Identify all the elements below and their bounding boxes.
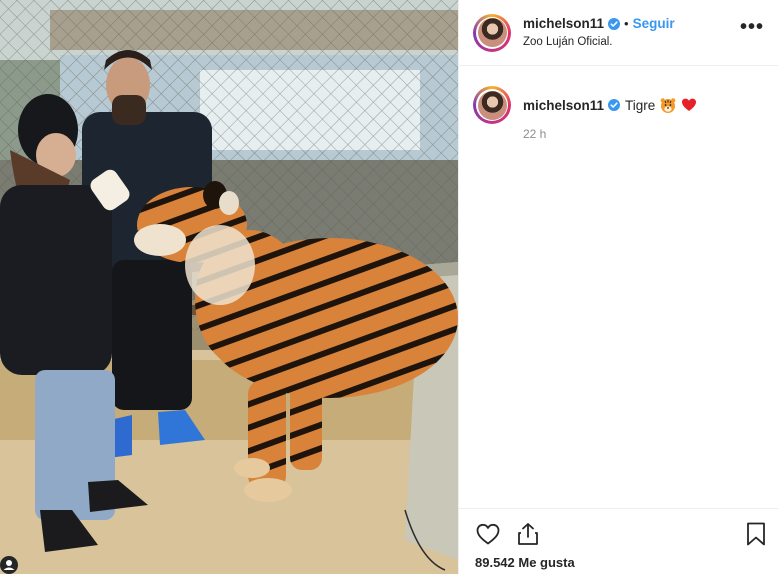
- header-row: michelson11 • Seguir: [523, 16, 675, 32]
- tiger-feeding-photo: [0, 0, 458, 574]
- caption-verified-badge-icon: [608, 99, 621, 111]
- tiger-face-emoji: [660, 98, 676, 113]
- post-time[interactable]: 22 h: [523, 127, 697, 141]
- post-header: michelson11 • Seguir Zoo Luján Oficial. …: [459, 0, 778, 66]
- heart-outline-icon[interactable]: [475, 521, 501, 547]
- more-options-button[interactable]: •••: [740, 17, 764, 37]
- post-side-panel: michelson11 • Seguir Zoo Luján Oficial. …: [458, 0, 778, 574]
- caption-username[interactable]: michelson11: [523, 98, 604, 113]
- post-photo[interactable]: [0, 0, 458, 574]
- follow-button[interactable]: Seguir: [633, 16, 675, 32]
- caption-avatar-ring: [476, 89, 508, 121]
- author-username[interactable]: michelson11: [523, 16, 604, 32]
- instagram-post: michelson11 • Seguir Zoo Luján Oficial. …: [0, 0, 778, 574]
- caption-avatar[interactable]: [473, 86, 511, 124]
- red-heart-emoji: [682, 98, 697, 111]
- caption-text: Tigre: [625, 97, 656, 113]
- user-tag-icon[interactable]: [0, 556, 18, 574]
- share-upload-icon[interactable]: [515, 521, 541, 547]
- avatar-image: [477, 18, 507, 47]
- header-text: michelson11 • Seguir Zoo Luján Oficial.: [523, 16, 675, 50]
- post-location[interactable]: Zoo Luján Oficial.: [523, 34, 675, 50]
- bookmark-icon[interactable]: [744, 521, 768, 547]
- caption-body: michelson11 Tigre 22 h: [523, 86, 697, 141]
- likes-count[interactable]: 89.542 Me gusta: [475, 555, 575, 570]
- post-actions: 89.542 Me gusta: [459, 508, 778, 574]
- post-caption: michelson11 Tigre 22 h: [459, 66, 778, 141]
- caption-avatar-image: [477, 90, 507, 120]
- action-icons: [475, 521, 555, 547]
- avatar-ring: [476, 16, 508, 49]
- avatar[interactable]: [473, 13, 511, 52]
- caption-line: michelson11 Tigre: [523, 97, 697, 113]
- header-separator: •: [624, 15, 629, 31]
- verified-badge-icon: [608, 17, 621, 30]
